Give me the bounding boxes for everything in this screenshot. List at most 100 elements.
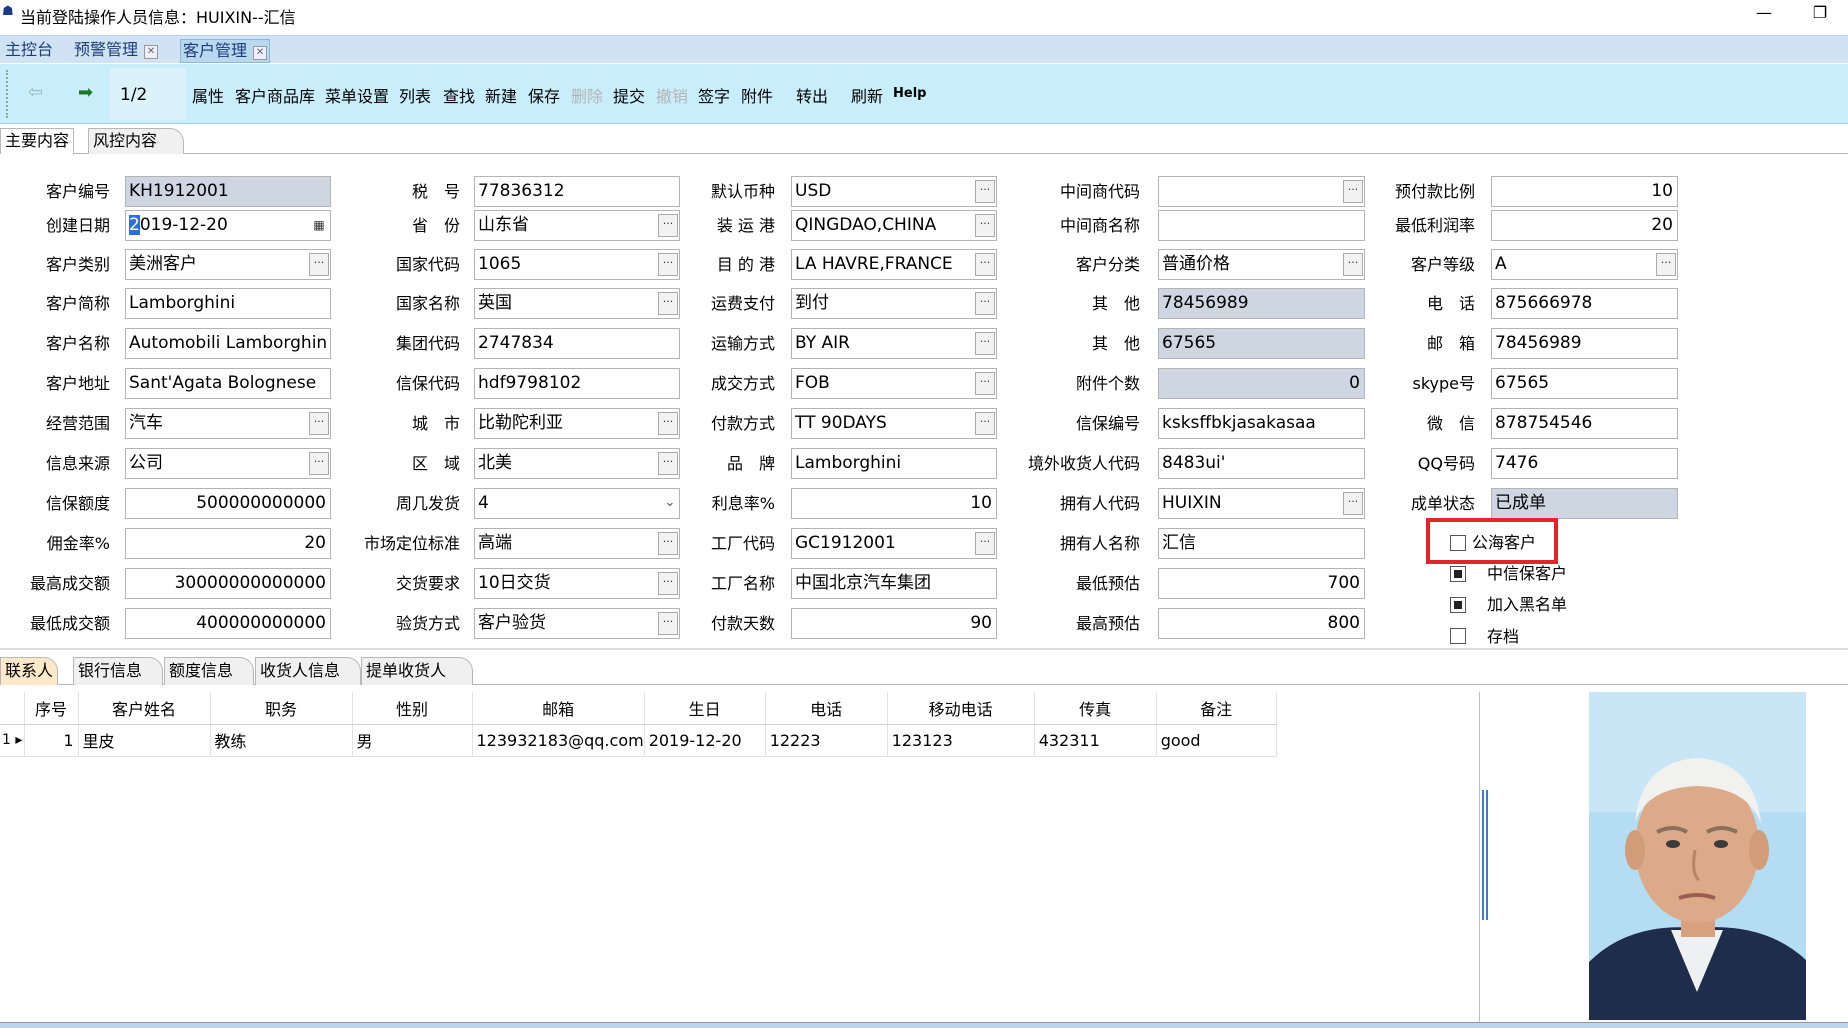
refresh-button[interactable]: 刷新 bbox=[851, 83, 883, 107]
splitter-handle[interactable] bbox=[1482, 790, 1488, 920]
column-header[interactable]: 客户姓名 bbox=[78, 692, 211, 725]
col5-field-0[interactable]: 10 bbox=[1491, 176, 1678, 207]
menu-settings-button[interactable]: 菜单设置 bbox=[325, 83, 389, 107]
col1-field-8[interactable]: 500000000000 bbox=[125, 488, 331, 519]
col1-field-6[interactable]: 汽车 ··· bbox=[125, 408, 331, 439]
col1-field-10[interactable]: 30000000000000 bbox=[125, 568, 331, 599]
ellipsis-icon[interactable]: ··· bbox=[658, 532, 678, 555]
close-icon[interactable]: ✕ bbox=[144, 45, 159, 59]
restore-button[interactable]: ❐ bbox=[1800, 2, 1840, 26]
tab-contacts[interactable]: 联系人 bbox=[0, 657, 59, 685]
tab-bank-info[interactable]: 银行信息 bbox=[73, 657, 164, 685]
col3-field-6[interactable]: TT 90DAYS ··· bbox=[791, 408, 997, 439]
column-header[interactable]: 序号 bbox=[24, 692, 79, 725]
col4-field-9[interactable]: 汇信 bbox=[1158, 528, 1365, 559]
col2-field-7[interactable]: 北美 ··· bbox=[474, 448, 680, 479]
list-button[interactable]: 列表 bbox=[399, 83, 431, 107]
tab-risk-content[interactable]: 风控内容 bbox=[88, 128, 185, 154]
col5-field-3[interactable]: 875666978 bbox=[1491, 288, 1678, 319]
ellipsis-icon[interactable]: ··· bbox=[1656, 253, 1676, 276]
column-header[interactable]: 性别 bbox=[352, 692, 473, 725]
column-header[interactable]: 传真 bbox=[1034, 692, 1157, 725]
table-row[interactable]: 1 ▸ 1 里皮 教练 男 123932183@qq.com 2019-12-2… bbox=[0, 724, 1277, 757]
column-header[interactable]: 备注 bbox=[1156, 692, 1277, 725]
col3-field-8[interactable]: 10 bbox=[791, 488, 997, 519]
col1-field-1[interactable]: 2019-12-20 ▦ bbox=[125, 210, 331, 241]
cell-name[interactable]: 里皮 bbox=[78, 724, 211, 757]
close-icon[interactable]: ✕ bbox=[253, 46, 268, 60]
col3-field-4[interactable]: BY AIR ··· bbox=[791, 328, 997, 359]
submit-button[interactable]: 提交 bbox=[613, 83, 645, 107]
col3-field-10[interactable]: 中国北京汽车集团 bbox=[791, 568, 997, 599]
attachment-button[interactable]: 附件 bbox=[741, 83, 773, 107]
ellipsis-icon[interactable]: ··· bbox=[975, 372, 995, 395]
help-button[interactable]: Help bbox=[893, 86, 926, 101]
col2-field-6[interactable]: 比勒陀利亚 ··· bbox=[474, 408, 680, 439]
cell-remark[interactable]: good bbox=[1156, 724, 1277, 757]
col4-field-3[interactable]: 78456989 bbox=[1158, 288, 1365, 319]
col3-field-5[interactable]: FOB ··· bbox=[791, 368, 997, 399]
col3-field-11[interactable]: 90 bbox=[791, 608, 997, 639]
col4-field-4[interactable]: 67565 bbox=[1158, 328, 1365, 359]
column-header[interactable]: 生日 bbox=[644, 692, 766, 725]
back-arrow-icon[interactable]: ⇦ bbox=[28, 82, 43, 103]
cell-phone[interactable]: 12223 bbox=[765, 724, 888, 757]
cell-email[interactable]: 123932183@qq.com bbox=[472, 724, 645, 757]
toolbar-grip[interactable] bbox=[6, 70, 8, 118]
col5-field-4[interactable]: 78456989 bbox=[1491, 328, 1678, 359]
customer-product-library-button[interactable]: 客户商品库 bbox=[235, 83, 315, 107]
col2-field-1[interactable]: 山东省 ··· bbox=[474, 210, 680, 241]
col1-field-5[interactable]: Sant'Agata Bolognese bbox=[125, 368, 331, 399]
cell-position[interactable]: 教练 bbox=[210, 724, 353, 757]
transfer-out-button[interactable]: 转出 bbox=[796, 83, 828, 107]
new-button[interactable]: 新建 bbox=[485, 83, 517, 107]
col1-field-0[interactable]: KH1912001 bbox=[125, 176, 331, 207]
col5-field-8[interactable]: 已成单 bbox=[1491, 488, 1678, 519]
revoke-button[interactable]: 撤销 bbox=[656, 83, 688, 107]
ellipsis-icon[interactable]: ··· bbox=[658, 253, 678, 276]
col3-field-7[interactable]: Lamborghini bbox=[791, 448, 997, 479]
col5-field-7[interactable]: 7476 bbox=[1491, 448, 1678, 479]
col2-field-8[interactable]: 4 ⌄ bbox=[474, 488, 680, 519]
chevron-down-icon[interactable]: ⌄ bbox=[663, 493, 677, 513]
ellipsis-icon[interactable]: ··· bbox=[975, 180, 995, 203]
ellipsis-icon[interactable]: ··· bbox=[975, 412, 995, 435]
ellipsis-icon[interactable]: ··· bbox=[658, 452, 678, 475]
col1-field-4[interactable]: Automobili Lamborghini S bbox=[125, 328, 331, 359]
col1-field-2[interactable]: 美洲客户 ··· bbox=[125, 249, 331, 280]
col4-field-2[interactable]: 普通价格 ··· bbox=[1158, 249, 1365, 280]
col3-field-9[interactable]: GC1912001 ··· bbox=[791, 528, 997, 559]
ellipsis-icon[interactable]: ··· bbox=[1343, 253, 1363, 276]
col4-field-10[interactable]: 700 bbox=[1158, 568, 1365, 599]
col2-field-5[interactable]: hdf9798102 bbox=[474, 368, 680, 399]
col5-field-1[interactable]: 20 bbox=[1491, 210, 1678, 241]
col4-field-11[interactable]: 800 bbox=[1158, 608, 1365, 639]
col2-field-10[interactable]: 10日交货 ··· bbox=[474, 568, 680, 599]
column-header[interactable]: 职务 bbox=[210, 692, 353, 725]
cell-mobile[interactable]: 123123 bbox=[887, 724, 1035, 757]
minimize-button[interactable]: — bbox=[1744, 2, 1784, 26]
col3-field-0[interactable]: USD ··· bbox=[791, 176, 997, 207]
ellipsis-icon[interactable]: ··· bbox=[975, 253, 995, 276]
col1-field-9[interactable]: 20 bbox=[125, 528, 331, 559]
tab-main-content[interactable]: 主要内容 bbox=[0, 128, 75, 154]
col1-field-3[interactable]: Lamborghini bbox=[125, 288, 331, 319]
sinosure-customer-checkbox[interactable] bbox=[1450, 566, 1466, 582]
col2-field-3[interactable]: 英国 ··· bbox=[474, 288, 680, 319]
ellipsis-icon[interactable]: ··· bbox=[975, 214, 995, 237]
col2-field-9[interactable]: 高端 ··· bbox=[474, 528, 680, 559]
col4-field-0[interactable]: ··· bbox=[1158, 176, 1365, 207]
col4-field-5[interactable]: 0 bbox=[1158, 368, 1365, 399]
col4-field-8[interactable]: HUIXIN ··· bbox=[1158, 488, 1365, 519]
properties-button[interactable]: 属性 bbox=[192, 83, 224, 107]
col5-field-5[interactable]: 67565 bbox=[1491, 368, 1678, 399]
forward-arrow-icon[interactable]: ➡ bbox=[78, 82, 93, 103]
ellipsis-icon[interactable]: ··· bbox=[309, 452, 329, 475]
col4-field-7[interactable]: 8483ui' bbox=[1158, 448, 1365, 479]
tab-bl-consignee[interactable]: 提单收货人 bbox=[361, 657, 474, 685]
col2-field-11[interactable]: 客户验货 ··· bbox=[474, 608, 680, 639]
ellipsis-icon[interactable]: ··· bbox=[975, 332, 995, 355]
cell-birthday[interactable]: 2019-12-20 bbox=[644, 724, 766, 757]
col2-field-2[interactable]: 1065 ··· bbox=[474, 249, 680, 280]
tab-customer-management[interactable]: 客户管理 ✕ bbox=[180, 39, 271, 63]
